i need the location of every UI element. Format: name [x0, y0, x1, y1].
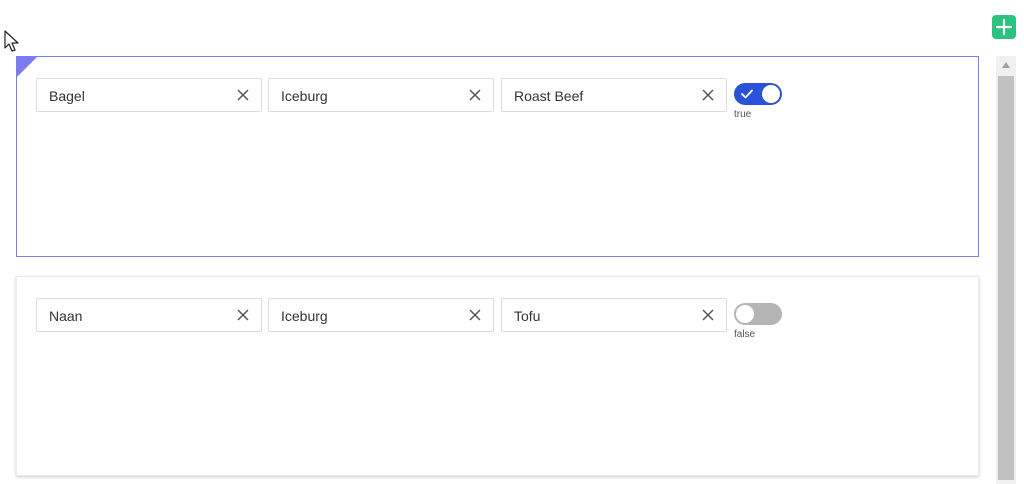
check-icon — [741, 89, 753, 99]
protein-value: Roast Beef — [514, 88, 584, 104]
close-icon[interactable] — [469, 309, 481, 321]
close-icon[interactable] — [237, 309, 249, 321]
lettuce-value: Iceburg — [281, 308, 328, 324]
protein-select[interactable]: Roast Beef — [501, 78, 727, 112]
protein-select[interactable]: Tofu — [501, 298, 727, 332]
toggle-switch[interactable] — [734, 83, 782, 105]
bread-select[interactable]: Bagel — [36, 78, 262, 112]
close-icon[interactable] — [237, 89, 249, 101]
toggle-switch[interactable] — [734, 303, 782, 325]
lettuce-select[interactable]: Iceburg — [268, 78, 494, 112]
toggle-value-label: true — [734, 109, 752, 120]
arrow-cursor-icon — [4, 30, 19, 52]
bread-select[interactable]: Naan — [36, 298, 262, 332]
close-icon[interactable] — [469, 89, 481, 101]
lettuce-select[interactable]: Iceburg — [268, 298, 494, 332]
toggle-knob — [762, 85, 780, 103]
lettuce-value: Iceburg — [281, 88, 328, 104]
close-icon[interactable] — [702, 89, 714, 101]
selected-indicator — [17, 57, 37, 77]
row-card-2[interactable]: Naan Iceburg Tofu false — [16, 276, 979, 476]
vertical-scrollbar[interactable] — [996, 56, 1016, 484]
close-icon[interactable] — [702, 309, 714, 321]
scroll-up-arrow[interactable] — [996, 56, 1016, 74]
row-card-1[interactable]: Bagel Iceburg Roast Beef true — [16, 56, 979, 257]
protein-value: Tofu — [514, 308, 541, 324]
bread-value: Naan — [49, 308, 83, 324]
bread-value: Bagel — [49, 88, 85, 104]
plus-icon — [995, 18, 1013, 36]
add-row-button[interactable] — [992, 15, 1016, 39]
scroll-thumb[interactable] — [998, 76, 1014, 480]
toggle-knob — [736, 305, 754, 323]
toggle-value-label: false — [734, 329, 756, 340]
